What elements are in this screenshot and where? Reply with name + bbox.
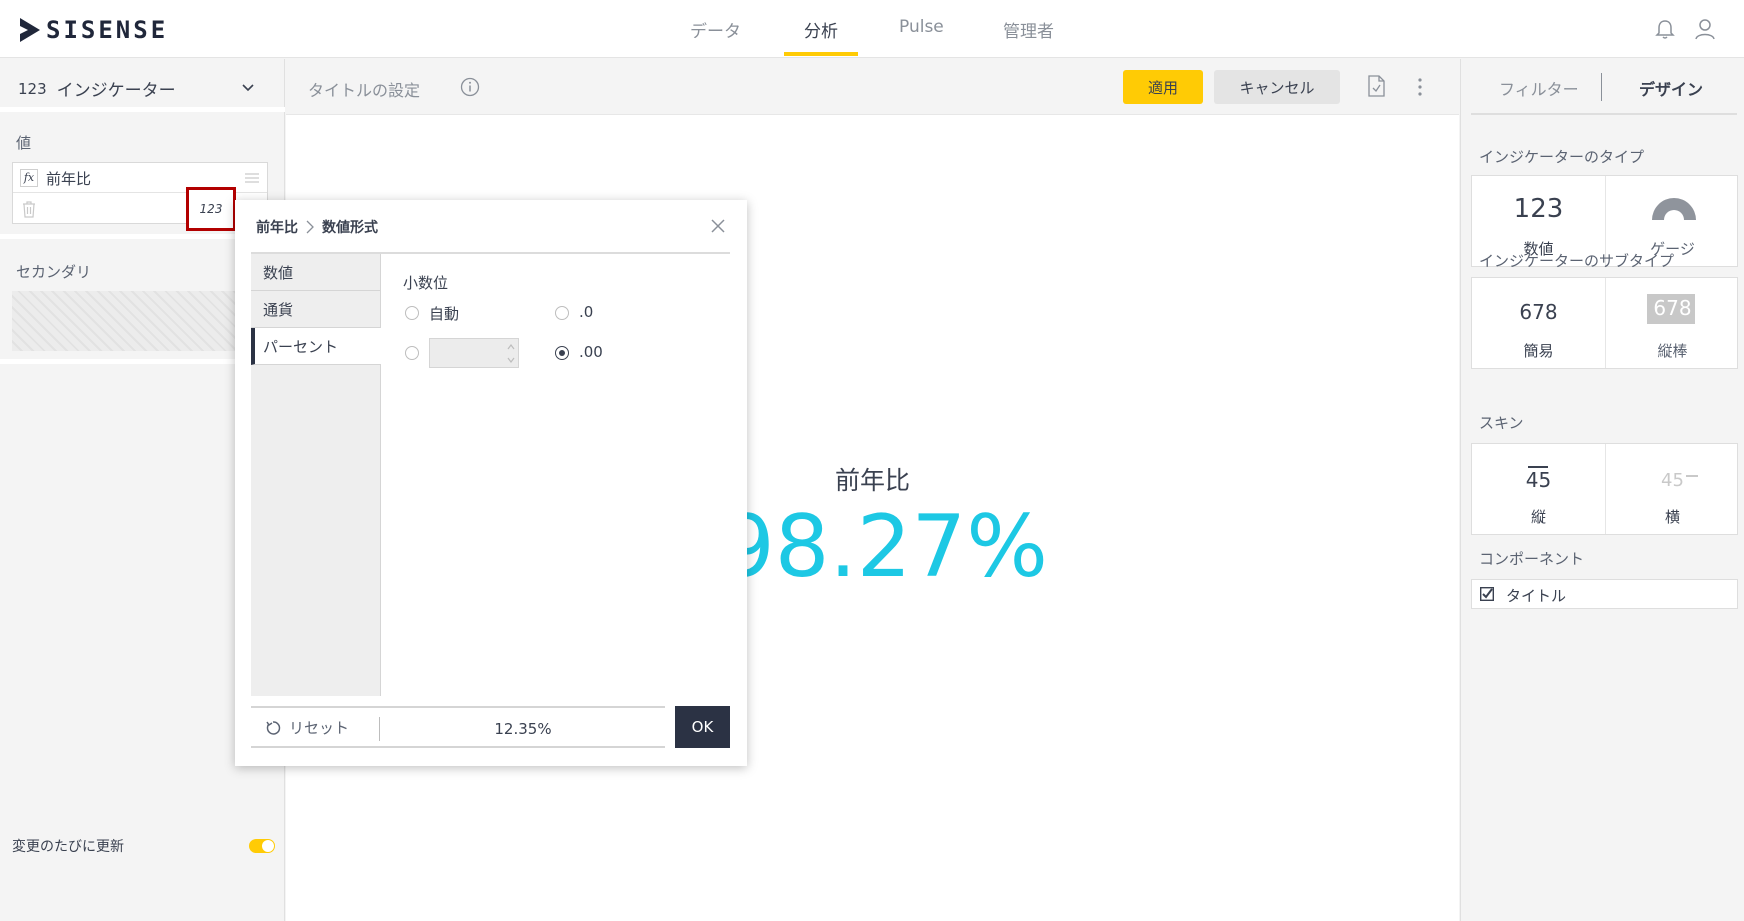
breadcrumb-item-value: 前年比 (256, 220, 298, 236)
cancel-button[interactable]: キャンセル (1214, 70, 1340, 104)
indicator-value: 98.27% (720, 497, 1048, 597)
indicator-subtype-selector: 678 簡易 678 縦棒 (1471, 277, 1738, 369)
horizontal-skin-glyph: 45 (1661, 470, 1684, 491)
skin-vertical[interactable]: 45 縦 (1472, 444, 1605, 534)
reset-label: リセット (289, 719, 350, 737)
reset-button[interactable]: リセット (265, 717, 349, 738)
value-item-name[interactable]: 前年比 (46, 168, 91, 189)
apply-button[interactable]: 適用 (1123, 70, 1203, 104)
auto-update-label: 変更のたびに更新 (12, 839, 124, 855)
numeric-type-glyph: 123 (1513, 194, 1564, 224)
widget-type-selector[interactable]: 123 インジケーター (18, 76, 176, 102)
secondary-drop-zone[interactable] (12, 291, 270, 351)
simple-subtype-caption: 簡易 (1523, 342, 1554, 360)
tab-separator (1601, 73, 1602, 101)
dialog-footer: リセット 12.35% (251, 706, 665, 748)
number-format-dialog: 前年比 数値形式 数値 通貨 パーセント 小数位 自動 .0 .00 リセット … (235, 200, 747, 766)
logo-text: SISENSE (46, 16, 169, 44)
spin-down-icon[interactable] (506, 355, 516, 365)
tab-number[interactable]: 数値 (251, 254, 380, 291)
component-title-label: タイトル (1506, 587, 1567, 605)
reset-icon (266, 720, 281, 735)
simple-subtype-glyph: 678 (1519, 300, 1558, 324)
tab-design[interactable]: デザイン (1639, 76, 1703, 100)
decimal-one-label[interactable]: .0 (579, 303, 593, 321)
tab-currency[interactable]: 通貨 (251, 291, 380, 328)
horizontal-skin-bar (1686, 475, 1698, 477)
right-panel-tabs: フィルター デザイン (1471, 59, 1737, 115)
value-section-label: 値 (16, 134, 32, 152)
nav-data[interactable]: データ (690, 17, 741, 42)
document-export-icon[interactable] (1366, 75, 1386, 97)
close-icon[interactable] (710, 218, 726, 234)
user-icon[interactable] (1694, 18, 1716, 40)
skin-horizontal[interactable]: 45 横 (1605, 444, 1738, 534)
chevron-down-icon[interactable] (240, 79, 256, 95)
decimal-custom-radio[interactable] (405, 346, 419, 360)
info-icon[interactable] (460, 77, 480, 97)
title-setting-input[interactable]: タイトルの設定 (308, 77, 420, 101)
editor-toolbar: タイトルの設定 適用 キャンセル (286, 59, 1459, 115)
decimal-two-radio[interactable] (555, 346, 569, 360)
vertical-skin-glyph: 45 (1525, 468, 1552, 492)
drag-handle-icon[interactable] (245, 172, 259, 184)
divider (0, 107, 285, 112)
widget-type-icon: 123 (18, 79, 47, 98)
chevron-right-icon (306, 220, 314, 234)
spin-up-icon[interactable] (506, 342, 516, 352)
nav-pulse[interactable]: Pulse (899, 17, 944, 37)
auto-update-toggle[interactable] (249, 839, 275, 853)
skin-selector: 45 縦 45 横 (1471, 443, 1738, 535)
widget-type-label: インジケーター (56, 81, 176, 101)
format-tabs: 数値 通貨 パーセント (251, 254, 381, 696)
subtype-bar[interactable]: 678 縦棒 (1605, 278, 1738, 368)
bell-icon[interactable] (1654, 18, 1676, 40)
format-preview: 12.35% (494, 720, 552, 738)
ok-button[interactable]: OK (675, 706, 730, 748)
decimal-custom-input[interactable] (429, 338, 519, 368)
vertical-skin-caption: 縦 (1530, 508, 1546, 526)
decimal-auto-label[interactable]: 自動 (429, 303, 459, 324)
indicator-type-label: インジケーターのタイプ (1479, 148, 1645, 166)
indicator-subtype-label: インジケーターのサブタイプ (1479, 252, 1675, 270)
number-format-button[interactable]: 123 (186, 187, 236, 231)
decimal-auto-radio[interactable] (405, 306, 419, 320)
footer-separator (379, 717, 380, 741)
right-panel: フィルター デザイン インジケーターのタイプ 123 数値 ゲージ インジケータ… (1460, 59, 1744, 921)
logo-mark-icon (20, 18, 40, 42)
nav-analytics[interactable]: 分析 (804, 17, 838, 42)
nav-active-indicator (784, 52, 858, 56)
tab-filter[interactable]: フィルター (1499, 76, 1579, 100)
trash-icon[interactable] (21, 200, 37, 218)
fx-icon: fx (20, 169, 38, 187)
gauge-icon (1652, 198, 1696, 220)
component-title-row[interactable]: タイトル (1471, 579, 1738, 609)
breadcrumb: 前年比 数値形式 (256, 217, 378, 237)
sisense-logo[interactable]: SISENSE (20, 16, 168, 44)
secondary-section-label: セカンダリ (16, 263, 92, 281)
components-label: コンポーネント (1479, 550, 1585, 568)
checkbox-checked-icon[interactable] (1480, 587, 1494, 601)
decimal-one-radio[interactable] (555, 306, 569, 320)
bar-subtype-caption: 縦棒 (1657, 342, 1688, 360)
nav-admin[interactable]: 管理者 (1003, 17, 1054, 42)
more-options-icon[interactable] (1416, 76, 1424, 98)
top-header: SISENSE データ 分析 Pulse 管理者 (0, 0, 1744, 58)
skin-label: スキン (1479, 414, 1524, 432)
decimal-two-label[interactable]: .00 (579, 343, 603, 361)
horizontal-skin-caption: 横 (1664, 508, 1680, 526)
main-nav: データ 分析 Pulse 管理者 (0, 0, 1744, 58)
bar-subtype-glyph: 678 (1653, 296, 1692, 320)
subtype-simple[interactable]: 678 簡易 (1472, 278, 1605, 368)
decimal-places-label: 小数位 (403, 274, 449, 292)
breadcrumb-item-format: 数値形式 (322, 220, 378, 236)
tab-percent[interactable]: パーセント (251, 328, 381, 365)
